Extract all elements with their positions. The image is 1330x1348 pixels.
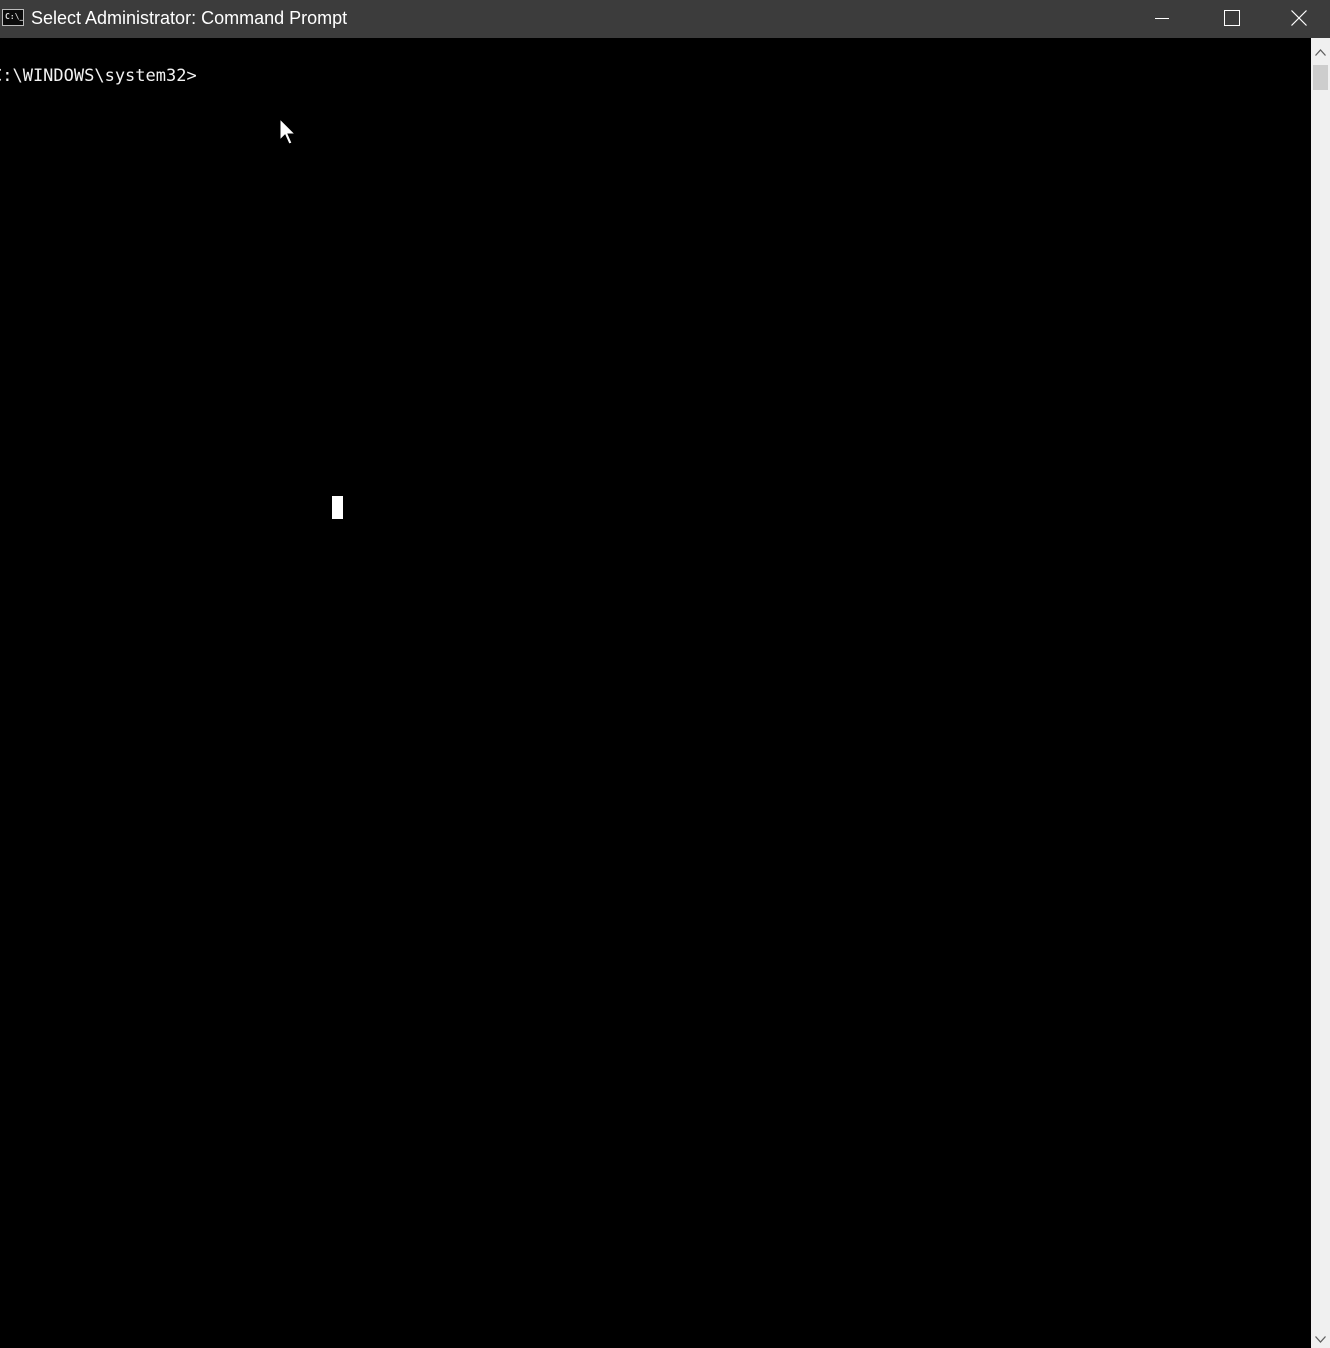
command-prompt-line: C:\WINDOWS\system32> xyxy=(0,66,197,86)
minimize-icon xyxy=(1155,18,1169,19)
maximize-button[interactable] xyxy=(1197,0,1267,36)
cmd-icon[interactable]: C:\_ xyxy=(2,9,24,26)
close-icon xyxy=(1290,10,1307,26)
window-title: Select Administrator: Command Prompt xyxy=(31,8,348,28)
command-prompt-window: C:\_ Select Administrator: Command Promp… xyxy=(0,0,1330,1348)
console-area[interactable]: C:\WINDOWS\system32> xyxy=(0,38,1311,1348)
title-bar[interactable]: C:\_ Select Administrator: Command Promp… xyxy=(0,0,1330,38)
scrollbar-thumb[interactable] xyxy=(1313,65,1328,90)
scroll-down-button[interactable] xyxy=(1311,1331,1330,1348)
vertical-scrollbar[interactable] xyxy=(1311,38,1330,1348)
chevron-up-icon xyxy=(1315,49,1326,56)
scroll-up-button[interactable] xyxy=(1311,44,1330,61)
cmd-icon-label: C:\_ xyxy=(5,12,24,21)
mouse-pointer-icon xyxy=(279,118,297,145)
text-cursor xyxy=(332,496,343,519)
maximize-icon xyxy=(1224,10,1240,26)
close-button[interactable] xyxy=(1267,0,1330,36)
chevron-down-icon xyxy=(1315,1336,1326,1343)
minimize-button[interactable] xyxy=(1127,0,1197,36)
